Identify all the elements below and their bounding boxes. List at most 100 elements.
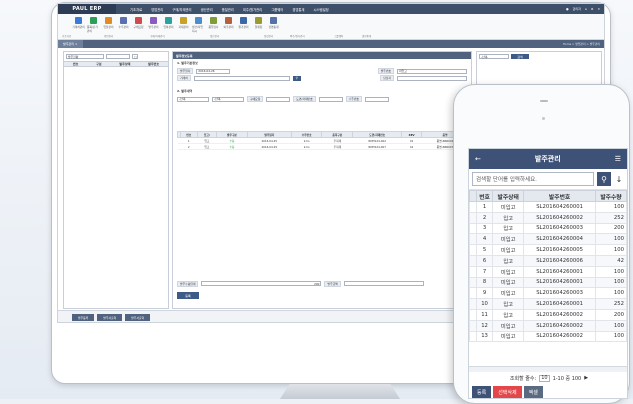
pager-label: 조회할 줄수: — [509, 375, 537, 382]
phone-table-row[interactable]: 12 미입고 SL201604260002 100 — [469, 319, 627, 332]
row-checkbox[interactable] — [469, 222, 477, 235]
phone-table-row[interactable]: 11 입고 SL201604260002 200 — [469, 308, 627, 321]
register-button[interactable]: 등록 — [177, 292, 199, 299]
menu-icon[interactable]: ☰ — [615, 155, 621, 163]
phone-table-cell: SL201604260005 — [523, 244, 596, 256]
bottom-button[interactable]: 발주등록 — [72, 314, 95, 321]
manager-field[interactable] — [397, 75, 467, 81]
row-checkbox[interactable] — [469, 298, 477, 310]
row-checkbox[interactable] — [469, 287, 477, 300]
drawing-field[interactable] — [318, 96, 343, 102]
phone-table-cell: 미입고 — [492, 201, 525, 213]
toolbar-button[interactable]: 자재관리 — [177, 14, 190, 39]
bottom-button[interactable]: 발주서출력 — [125, 314, 151, 321]
toolbar-button[interactable]: 거래처관리 — [72, 14, 85, 39]
phone-table-cell: 100 — [594, 319, 627, 332]
date-field[interactable]: 2016-04-26 — [196, 68, 231, 74]
sales-order-field[interactable] — [364, 96, 389, 102]
row-checkbox[interactable] — [469, 254, 477, 267]
phone-speaker — [540, 100, 548, 102]
phone-table-row[interactable]: 10 입고 SL201604260001 252 — [469, 298, 627, 310]
right-select[interactable]: -선택- — [479, 54, 509, 59]
status-select[interactable]: 발주현황 — [66, 54, 104, 59]
toolbar-button[interactable]: 수주관리 — [117, 14, 130, 39]
toolbar-icon — [105, 17, 112, 24]
row-checkbox[interactable] — [469, 201, 477, 213]
close-icon[interactable]: ✕ — [597, 7, 600, 11]
phone-table-row[interactable]: 9 미입고 SL201604260003 100 — [469, 287, 627, 300]
row-checkbox[interactable] — [469, 265, 477, 278]
close-icon[interactable]: × — [75, 42, 78, 46]
toolbar-button[interactable]: 품목/단가관리 — [87, 14, 100, 39]
phone-table-cell: SL201604260002 — [523, 308, 596, 321]
menu-item[interactable]: 경영통계 — [292, 7, 304, 12]
row-checkbox[interactable] — [469, 308, 477, 321]
phone-table-row[interactable]: 5 미입고 SL201604260005 100 — [469, 244, 627, 256]
inbound-select[interactable]: -선택- — [177, 96, 209, 102]
gear-icon[interactable]: ⚙ — [591, 7, 594, 11]
row-checkbox[interactable] — [469, 276, 477, 289]
order-no-field[interactable]: 미입고 — [397, 68, 467, 74]
menu-item[interactable]: 구매/자재관리 — [172, 7, 191, 12]
toolbar-group-label: 경영통계 — [362, 35, 372, 38]
search-icon[interactable]: ⚲ — [597, 172, 611, 186]
menu-item[interactable]: 외주/원가관리 — [243, 7, 262, 12]
app-logo[interactable]: PAUL ERP — [58, 4, 116, 14]
phone-table-cell: 입고 — [492, 254, 525, 267]
phone-table-row[interactable]: 3 입고 SL201604260003 200 — [469, 222, 627, 235]
phone-search-input[interactable]: 검색할 단어를 입력하세요. — [472, 172, 594, 186]
phone-table-row[interactable]: 6 입고 SL201604260006 42 — [469, 254, 627, 267]
form-row-2: 거래처 ⚲ 담당자 — [177, 75, 467, 81]
toolbar-button[interactable]: 구매요청 — [132, 14, 145, 39]
menu-item[interactable]: 생산관리 — [201, 7, 213, 12]
tab-active[interactable]: 발주관리 × — [58, 40, 83, 48]
phone-table-row[interactable]: 2 입고 SL201604260002 252 — [469, 211, 627, 224]
search-icon[interactable]: ⚲ — [292, 75, 301, 81]
menu-item[interactable]: 영업관리 — [151, 7, 163, 12]
right-search-button[interactable]: 검색 — [511, 54, 529, 59]
download-icon[interactable]: ↓ — [614, 175, 624, 184]
row-checkbox[interactable] — [469, 211, 477, 224]
phone-table-cell: SL201604260004 — [523, 233, 596, 246]
menu-item[interactable]: 품질관리 — [222, 7, 234, 12]
row-checkbox[interactable] — [469, 330, 477, 343]
row-checkbox[interactable] — [469, 244, 477, 256]
row-checkbox[interactable] — [469, 319, 477, 332]
phone-table-cell: 200 — [594, 308, 627, 321]
vendor-field[interactable] — [193, 75, 290, 81]
chevron-right-icon[interactable]: ▶ — [584, 375, 588, 381]
filter-input[interactable] — [106, 54, 130, 59]
bottom-button[interactable]: 발주서출력 — [97, 314, 123, 321]
table-row[interactable]: 2 입고 수동 2016-04-25 k-ho 주자재 RMH124-007 01 품명-RRR… — [177, 143, 469, 150]
toolbar-button[interactable]: 외주관리 — [222, 14, 235, 39]
toolbar-button[interactable]: 원가관리 — [237, 14, 250, 39]
menu-item[interactable]: 그룹웨어 — [271, 7, 283, 12]
menu-item[interactable]: 시스템설정 — [313, 7, 328, 12]
phone-footer-button[interactable]: 선택삭제 — [493, 386, 522, 398]
phone-table-row[interactable]: 8 미입고 SL201604260001 100 — [469, 276, 627, 289]
phone-screen: ← 발주관리 ☰ 검색할 단어를 입력하세요. ⚲ ↓ 번호 발주상태 발주번호 발주… — [468, 148, 628, 399]
menu-item[interactable]: 기초자료 — [130, 7, 142, 12]
calendar-icon[interactable]: □ — [132, 54, 138, 59]
phone-table-cell: SL201604260003 — [523, 222, 596, 235]
section-basic: 1. 발주기본정보 — [177, 61, 198, 65]
user-name[interactable]: 관리자 — [573, 7, 581, 11]
checkbox-header[interactable] — [469, 190, 477, 202]
toolbar-button[interactable]: 생산/작업지시 — [192, 14, 205, 39]
phone-table-row[interactable]: 4 미입고 SL201604260004 100 — [469, 233, 627, 246]
back-arrow-icon[interactable]: ← — [475, 155, 481, 163]
row-checkbox[interactable] — [469, 233, 477, 246]
page-size-select[interactable]: 10 — [539, 374, 550, 382]
phone-table-row[interactable]: 13 미입고 SL201604260002 100 — [469, 330, 627, 343]
phone-footer-button[interactable]: 등록 — [472, 386, 492, 398]
home-icon[interactable]: ⌂ — [585, 7, 587, 11]
toolbar-group-label: 그룹웨어 — [334, 35, 344, 38]
request-field[interactable] — [266, 96, 291, 102]
phone-table-row[interactable]: 7 미입고 SL201604260001 100 — [469, 265, 627, 278]
phone-footer-button[interactable]: 엑셀 — [523, 386, 543, 398]
phone-table-cell: 252 — [594, 211, 627, 224]
toolbar-label: 입하관리 — [163, 25, 174, 29]
order-type-select[interactable]: -선택- — [212, 96, 244, 102]
phone-table-row[interactable]: 1 미입고 SL201604260001 100 — [469, 201, 627, 213]
date-label: 발주일자 — [177, 68, 194, 74]
